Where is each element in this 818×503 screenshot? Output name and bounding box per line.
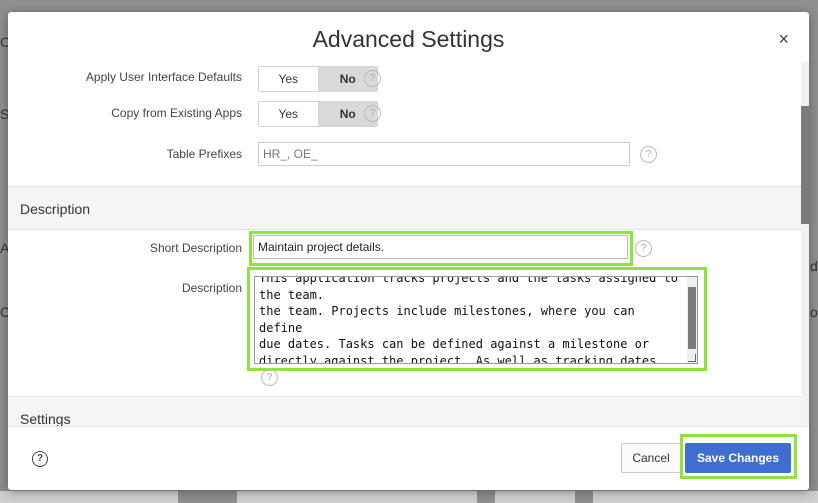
bg-footer-bar	[0, 491, 178, 503]
description-scrollbar[interactable]	[687, 277, 697, 363]
help-icon[interactable]: ?	[364, 70, 381, 87]
copy-existing-apps-yes[interactable]: Yes	[259, 102, 319, 126]
bg-footer-bar	[593, 491, 818, 503]
dialog-footer: ? Cancel Save Changes	[8, 426, 809, 490]
apply-ui-defaults-row: Apply User Interface Defaults Yes No ?	[8, 66, 801, 92]
help-icon[interactable]: ?	[261, 369, 278, 386]
description-scrollbar-thumb[interactable]	[688, 287, 696, 349]
description-label: Description	[181, 281, 242, 295]
description-section-header[interactable]: Description	[8, 186, 801, 230]
description-textarea[interactable]: This application tracks projects and the…	[254, 276, 698, 364]
close-icon[interactable]: ×	[778, 30, 789, 48]
short-description-label: Short Description	[149, 241, 242, 255]
save-changes-button[interactable]: Save Changes	[685, 443, 791, 473]
table-prefixes-row: Table Prefixes ?	[8, 142, 801, 166]
bg-footer-bar	[495, 491, 575, 503]
apply-ui-defaults-toggle[interactable]: Yes No	[258, 66, 378, 92]
help-icon[interactable]: ?	[364, 105, 381, 122]
short-description-input[interactable]: Maintain project details.	[253, 235, 628, 259]
apply-ui-defaults-label: Apply User Interface Defaults	[85, 70, 242, 84]
help-icon[interactable]: ?	[32, 451, 48, 467]
copy-existing-apps-label: Copy from Existing Apps	[111, 106, 242, 120]
apply-ui-defaults-yes[interactable]: Yes	[259, 67, 319, 91]
settings-section-title: Settings	[20, 411, 71, 426]
bg-text-fragment: o	[810, 304, 818, 320]
resize-handle-icon[interactable]	[688, 354, 696, 362]
description-text: This application tracks projects and the…	[259, 276, 679, 364]
copy-existing-apps-toggle[interactable]: Yes No	[258, 101, 378, 127]
help-icon[interactable]: ?	[640, 146, 657, 163]
dialog-scrollbar[interactable]	[801, 62, 809, 426]
dialog-body[interactable]: Apply User Interface Defaults Yes No ? C…	[8, 62, 801, 426]
bg-footer-bar	[237, 491, 477, 503]
copy-existing-apps-row: Copy from Existing Apps Yes No ?	[8, 101, 801, 127]
dialog-scrollbar-thumb[interactable]	[801, 106, 809, 224]
advanced-settings-dialog: Advanced Settings × Apply User Interface…	[8, 12, 809, 490]
table-prefixes-input[interactable]	[258, 142, 630, 166]
table-prefixes-label: Table Prefixes	[166, 147, 242, 161]
bg-text-fragment: d	[810, 258, 818, 274]
settings-section-header[interactable]: Settings	[8, 396, 801, 426]
dialog-title: Advanced Settings	[312, 26, 505, 52]
description-section-title: Description	[20, 201, 91, 217]
cancel-button[interactable]: Cancel	[621, 443, 681, 473]
help-icon[interactable]: ?	[635, 240, 652, 257]
